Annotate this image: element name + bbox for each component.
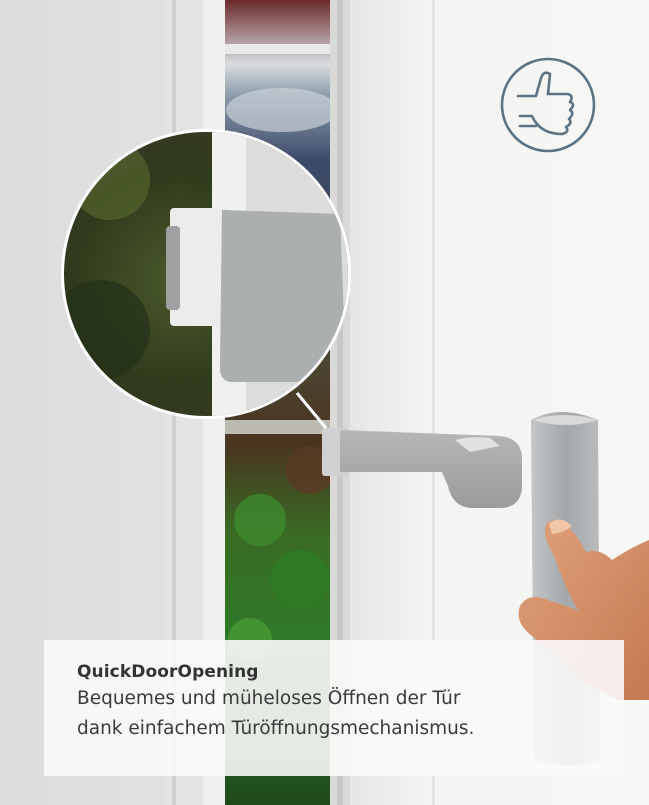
- feature-title: QuickDoorOpening: [77, 662, 259, 682]
- feature-description-line-2: dank einfachem Türöffnungsmechanismus.: [77, 718, 475, 739]
- feature-caption: QuickDoorOpening Bequemes und müheloses …: [44, 640, 624, 776]
- product-photo: QuickDoorOpening Bequemes und müheloses …: [0, 0, 649, 805]
- feature-description-line-1: Bequemes und müheloses Öffnen der Tür: [77, 688, 461, 709]
